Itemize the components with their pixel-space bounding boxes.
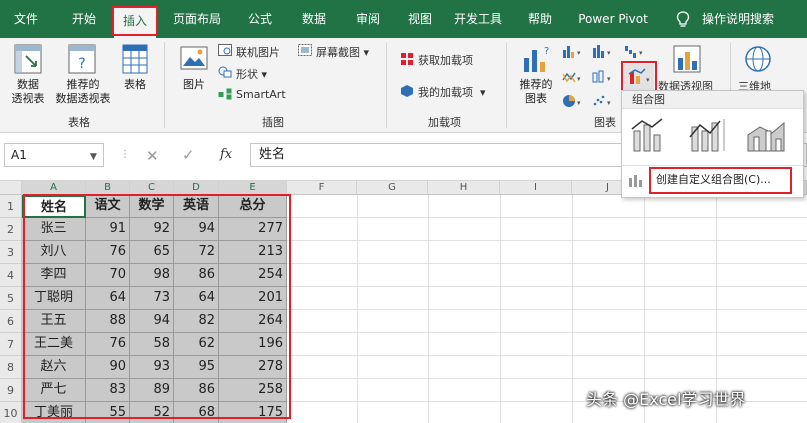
row-header[interactable]: 8 [0, 356, 22, 379]
svg-text:?: ? [78, 56, 85, 72]
tab-formulas[interactable]: 公式 [238, 0, 282, 38]
hierarchy-chart-icon[interactable]: ▾ [592, 44, 614, 61]
svg-text:▾: ▾ [577, 99, 581, 107]
dropdown-title: 组合图 [622, 91, 803, 109]
insert-tab-highlight [112, 6, 158, 36]
cancel-icon[interactable]: ✕ [146, 147, 159, 165]
column-header-e[interactable]: E [219, 181, 287, 195]
tab-view[interactable]: 视图 [398, 0, 442, 38]
row-header[interactable]: 10 [0, 402, 22, 423]
select-all-corner[interactable] [0, 181, 22, 195]
row-header[interactable]: 4 [0, 264, 22, 287]
svg-text:▾: ▾ [607, 99, 611, 107]
statistic-chart-icon[interactable]: ▾ [592, 70, 614, 87]
table-icon [122, 44, 148, 77]
tab-home[interactable]: 开始 [62, 0, 106, 38]
column-chart-icon[interactable]: ▾ [562, 44, 584, 61]
row-header[interactable]: 3 [0, 241, 22, 264]
column-header-a[interactable]: A [22, 181, 86, 195]
name-box[interactable]: A1 [4, 143, 104, 167]
smartart-button[interactable]: SmartArt [236, 88, 286, 101]
clustered-column-line-icon[interactable] [630, 117, 670, 156]
column-header-c[interactable]: C [130, 181, 174, 195]
screenshot-button[interactable]: 屏幕截图 ▾ [316, 44, 369, 60]
svg-text:▾: ▾ [577, 75, 581, 83]
confirm-icon[interactable]: ✓ [182, 146, 195, 164]
watermark-text: 头条 @Excel学习世界 [586, 390, 746, 409]
tab-review[interactable]: 审阅 [346, 0, 390, 38]
pivot-chart-icon [672, 44, 702, 77]
group-label-charts: 图表 [594, 116, 616, 129]
online-picture-icon [218, 44, 232, 59]
tab-power-pivot[interactable]: Power Pivot [572, 0, 654, 38]
column-header-g[interactable]: G [357, 181, 428, 195]
picture-icon [180, 44, 208, 77]
group-label-illustrations: 插图 [262, 116, 284, 129]
get-addins-button[interactable]: 获取加载项 [418, 52, 473, 68]
shapes-button[interactable]: 形状 ▾ [236, 66, 267, 82]
more-dots-icon: ⋮ [120, 149, 130, 160]
pivot-table-button[interactable]: 数据 透视表 [2, 78, 54, 106]
tab-page-layout[interactable]: 页面布局 [166, 0, 228, 38]
svg-text:▾: ▾ [639, 49, 643, 57]
store-icon [400, 52, 414, 69]
recommended-pivot-button[interactable]: 推荐的 数据透视表 [50, 78, 116, 106]
chevron-down-icon[interactable]: ▼ [90, 152, 97, 162]
my-addins-button[interactable]: 我的加载项 ▾ [418, 84, 486, 100]
group-label-addins: 加载项 [428, 116, 461, 129]
row-header[interactable]: 9 [0, 379, 22, 402]
smartart-icon [218, 88, 232, 103]
group-label-tables: 表格 [68, 116, 90, 129]
column-header-f[interactable]: F [287, 181, 357, 195]
column-header-i[interactable]: I [500, 181, 572, 195]
group-separator [386, 42, 387, 128]
lightbulb-icon [676, 11, 690, 31]
column-header-d[interactable]: D [174, 181, 219, 195]
group-separator [164, 42, 165, 128]
scatter-chart-icon[interactable]: ▾ [592, 94, 614, 111]
svg-text:?: ? [544, 46, 549, 57]
column-header-b[interactable]: B [86, 181, 130, 195]
pie-chart-icon[interactable]: ▾ [562, 94, 584, 111]
line-chart-icon[interactable]: ▾ [562, 70, 584, 87]
group-separator [506, 42, 507, 128]
my-addins-icon [400, 84, 414, 101]
waterfall-chart-icon[interactable]: ▾ [624, 44, 646, 61]
data-range-highlight [23, 194, 291, 419]
screenshot-icon [298, 44, 312, 59]
recommended-pivot-icon: ? [68, 44, 96, 77]
svg-text:▾: ▾ [577, 49, 581, 57]
tab-file[interactable]: 文件 [4, 0, 48, 38]
combo-chart-dropdown: 组合图 创建自定义组合图(C)... [621, 90, 804, 198]
row-header[interactable]: 7 [0, 333, 22, 356]
row-header[interactable]: 2 [0, 218, 22, 241]
stacked-area-column-icon[interactable] [746, 117, 786, 156]
tab-help[interactable]: 帮助 [520, 0, 560, 38]
table-button[interactable]: 表格 [116, 78, 154, 92]
column-line-secondary-icon[interactable] [688, 117, 728, 156]
tell-me-search[interactable]: 操作说明搜索 [696, 0, 780, 38]
row-header[interactable]: 5 [0, 287, 22, 310]
combo-chart-highlight [621, 61, 657, 93]
dropdown-divider [622, 165, 803, 166]
online-picture-button[interactable]: 联机图片 [236, 44, 280, 60]
custom-combo-highlight [649, 167, 792, 194]
insert-function-icon[interactable]: fx [220, 147, 232, 162]
pivot-table-icon [14, 44, 42, 77]
recommended-charts-icon: ? [522, 44, 550, 77]
svg-text:▾: ▾ [607, 75, 611, 83]
recommended-charts-button[interactable]: 推荐的 图表 [514, 78, 558, 106]
custom-combo-icon [628, 173, 644, 190]
tab-developer[interactable]: 开发工具 [446, 0, 510, 38]
svg-text:▾: ▾ [607, 49, 611, 57]
picture-button[interactable]: 图片 [176, 78, 212, 92]
row-header[interactable]: 1 [0, 195, 22, 218]
shapes-icon [218, 66, 232, 81]
3d-map-icon [744, 44, 772, 77]
column-header-h[interactable]: H [428, 181, 500, 195]
row-header[interactable]: 6 [0, 310, 22, 333]
tab-data[interactable]: 数据 [292, 0, 336, 38]
